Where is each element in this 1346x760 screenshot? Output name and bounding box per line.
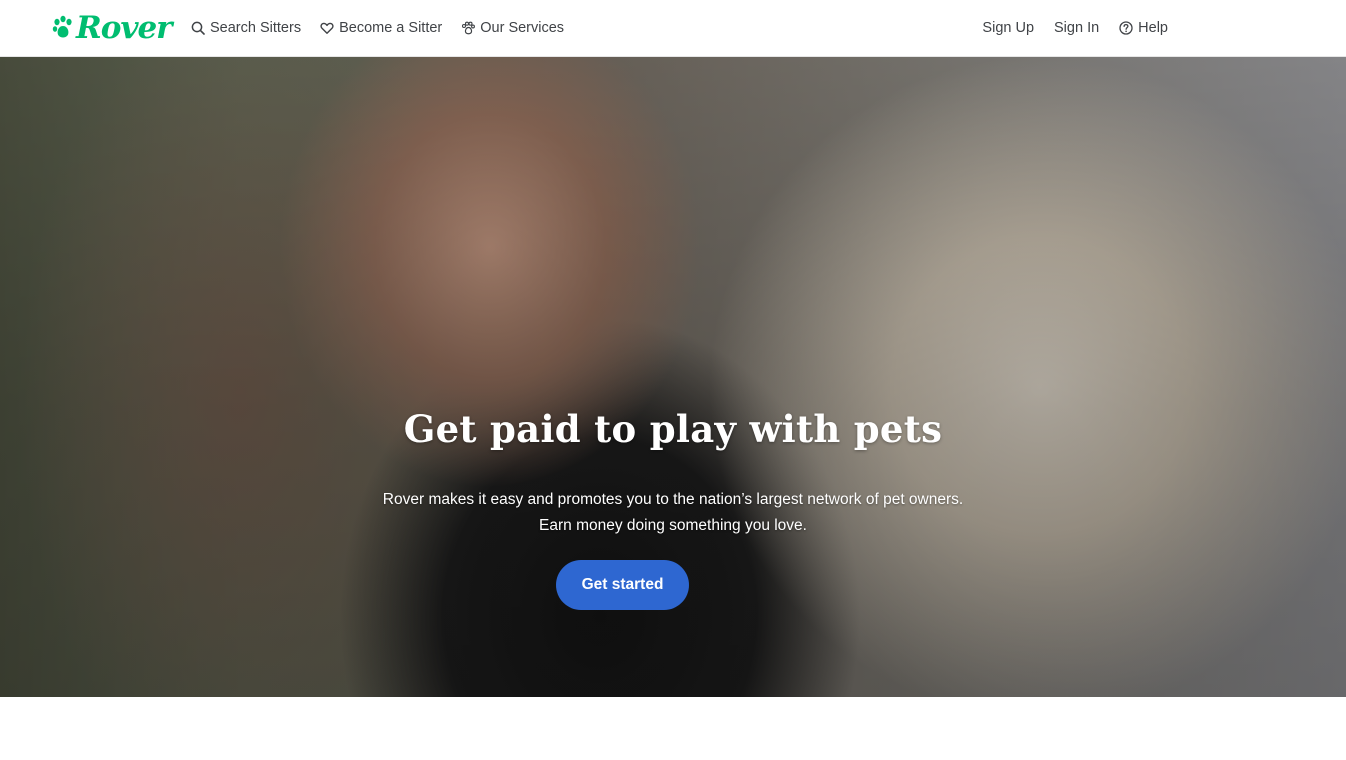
sign-in-label: Sign In — [1054, 20, 1100, 36]
top-navigation-bar: Rover Search Sitters Become a Sitter Our… — [0, 0, 1346, 57]
paw-icon — [462, 21, 476, 35]
sign-in-link[interactable]: Sign In — [1054, 16, 1099, 40]
get-started-button[interactable]: Get started — [556, 560, 689, 610]
hero-title: Get paid to play with pets — [403, 407, 943, 451]
nav-search-sitters-label: Search Sitters — [210, 20, 302, 36]
nav-search-sitters[interactable]: Search Sitters — [191, 16, 301, 40]
hero-banner: Get paid to play with pets Rover makes i… — [0, 57, 1346, 697]
search-icon — [191, 21, 205, 35]
help-label: Help — [1138, 20, 1168, 36]
hero-subtitle-line-1: Rover makes it easy and promotes you to … — [382, 491, 964, 508]
sign-up-label: Sign Up — [982, 20, 1035, 36]
sign-up-link[interactable]: Sign Up — [982, 16, 1034, 40]
rover-logo[interactable]: Rover — [52, 8, 173, 48]
hero-subtitle-line-2: Earn money doing something you love. — [539, 517, 807, 534]
help-icon — [1119, 21, 1133, 35]
primary-nav: Search Sitters Become a Sitter Our Servi… — [191, 16, 564, 40]
nav-our-services-label: Our Services — [480, 20, 565, 36]
hero-subtitle: Rover makes it easy and promotes you to … — [0, 487, 1346, 539]
help-link[interactable]: Help — [1119, 16, 1168, 40]
logo-wordmark: Rover — [76, 9, 173, 46]
nav-become-a-sitter-label: Become a Sitter — [339, 20, 443, 36]
account-nav: Sign Up Sign In Help — [982, 16, 1168, 40]
nav-become-a-sitter[interactable]: Become a Sitter — [320, 16, 442, 40]
heart-icon — [320, 22, 334, 34]
paw-logo-icon — [52, 15, 72, 38]
nav-our-services[interactable]: Our Services — [461, 16, 564, 40]
